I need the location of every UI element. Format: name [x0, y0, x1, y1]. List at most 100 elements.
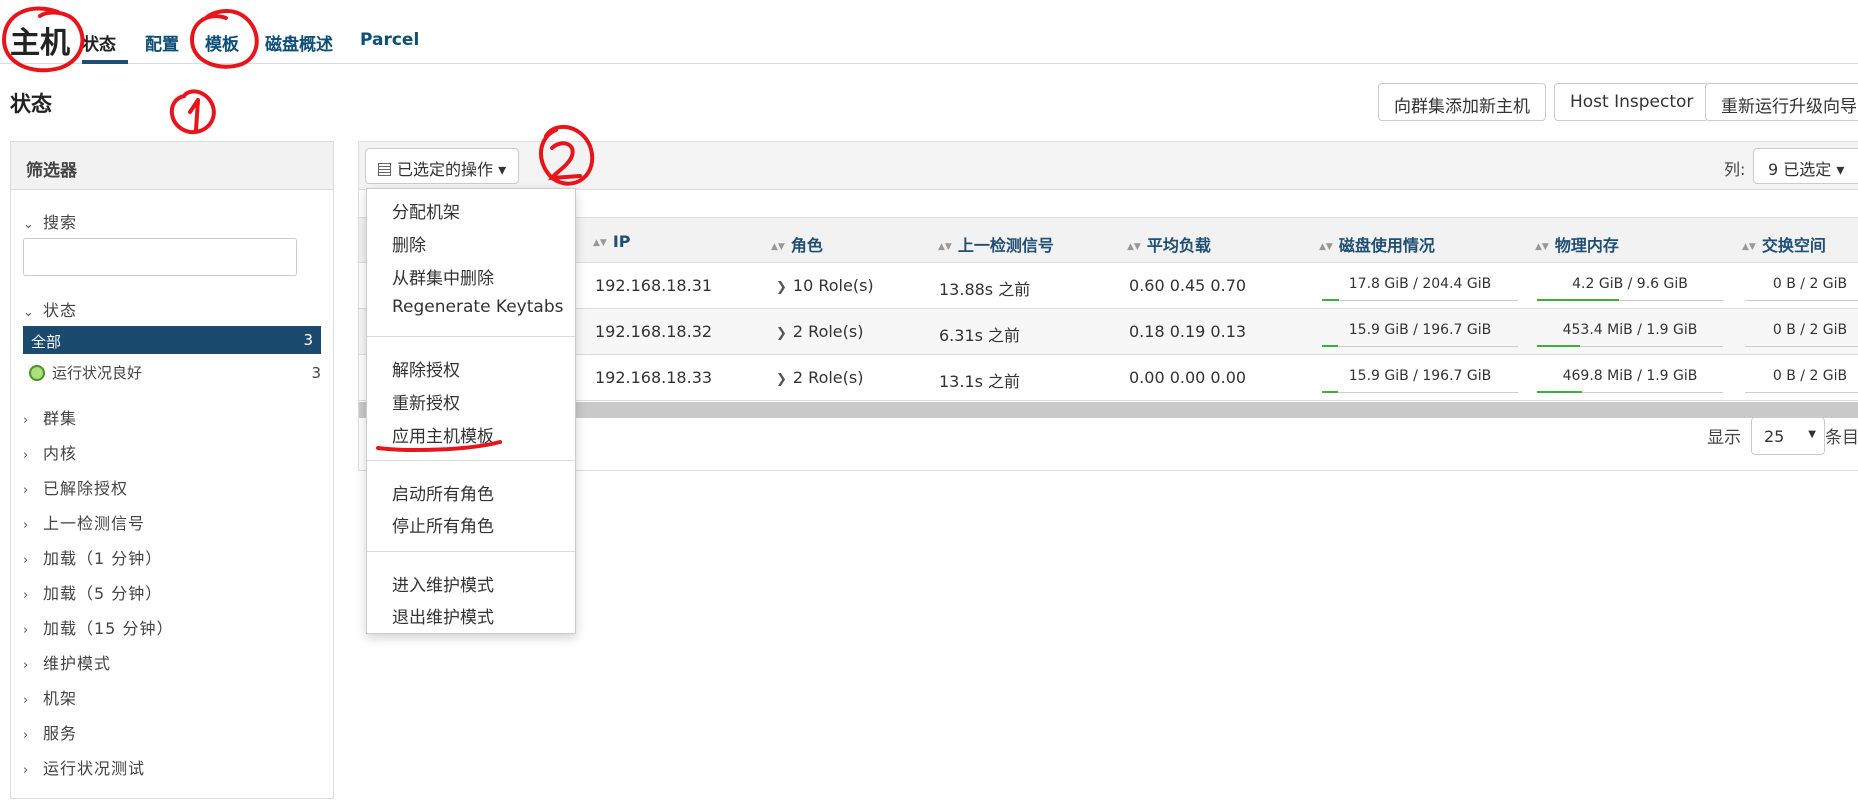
host-inspector-button[interactable]: Host Inspector: [1554, 83, 1710, 121]
filter-all[interactable]: 全部 3: [23, 326, 321, 354]
filter-healthy-count: 3: [311, 364, 321, 382]
tab-disk-overview[interactable]: 磁盘概述: [265, 30, 333, 55]
filter-section-kernel[interactable]: › 内核: [23, 440, 77, 464]
filter-section-label: 内核: [43, 444, 78, 463]
filter-all-count: 3: [303, 331, 313, 349]
filter-section-label: 群集: [43, 409, 78, 428]
filter-section-health-tests[interactable]: › 运行状况测试: [23, 755, 145, 779]
menu-item-stop-all-roles[interactable]: 停止所有角色: [392, 512, 494, 537]
menu-divider: [367, 336, 575, 337]
columns-select[interactable]: 9 已选定 ▾: [1753, 148, 1858, 184]
hosts-toolbar: 已选定的操作 ▾ 列: 9 已选定 ▾: [359, 142, 1858, 190]
filter-section-rack[interactable]: › 机架: [23, 685, 77, 709]
menu-divider: [367, 460, 575, 461]
columns-label: 列:: [1724, 160, 1746, 179]
menu-item-remove-from-cluster[interactable]: 从群集中删除: [392, 264, 494, 289]
filter-header: 筛选器: [11, 142, 333, 190]
filter-healthy[interactable]: 运行状况良好 3: [29, 362, 321, 386]
add-host-button[interactable]: 向群集添加新主机: [1378, 83, 1546, 121]
memory-usage-text: 469.8 MiB / 1.9 GiB: [1562, 368, 1698, 384]
filter-section-heartbeat[interactable]: › 上一检测信号: [23, 510, 145, 534]
cell-roles[interactable]: ❯ 2 Role(s): [776, 322, 863, 341]
cell-roles[interactable]: ❯ 2 Role(s): [776, 368, 863, 387]
cell-roles[interactable]: ❯ 10 Role(s): [776, 276, 874, 295]
filter-section-label: 维护模式: [43, 654, 112, 673]
active-tab-indicator: [82, 60, 128, 64]
tab-status[interactable]: 状态: [82, 30, 116, 55]
filter-sidebar: 筛选器 ⌄ 搜索 ⌄ 状态 全部 3 运行状况良好 3 › 群集 › 内核 › 已解除授权…: [10, 141, 334, 799]
chevron-right-icon: ❯: [776, 372, 787, 387]
filter-section-services[interactable]: › 服务: [23, 720, 77, 744]
filter-status-toggle[interactable]: ⌄ 状态: [23, 297, 77, 321]
sort-icon: ▲▼: [1535, 242, 1549, 252]
swap-usage-bar: 0 B / 2 GiB: [1745, 273, 1858, 301]
cell-heartbeat: 6.31s 之前: [939, 326, 1021, 345]
filter-all-label: 全部: [31, 333, 62, 351]
chevron-right-icon: ›: [23, 483, 30, 498]
filter-section-load-5m[interactable]: › 加载（5 分钟）: [23, 580, 162, 604]
swap-usage-text: 0 B / 2 GiB: [1772, 276, 1848, 292]
chevron-right-icon: ›: [23, 658, 30, 673]
memory-usage-bar: 4.2 GiB / 9.6 GiB: [1537, 273, 1723, 301]
page-size-select[interactable]: 25 ▼: [1751, 417, 1825, 455]
disk-usage-bar: 15.9 GiB / 196.7 GiB: [1322, 365, 1518, 393]
menu-item-enter-maintenance[interactable]: 进入维护模式: [392, 571, 494, 596]
sort-icon: ▲▼: [593, 238, 607, 248]
menu-item-recommission[interactable]: 重新授权: [392, 389, 460, 414]
filter-section-maintenance[interactable]: › 维护模式: [23, 650, 111, 674]
usage-fill: [1322, 345, 1338, 347]
tab-templates[interactable]: 模板: [205, 30, 239, 55]
menu-item-decommission[interactable]: 解除授权: [392, 356, 460, 381]
selected-actions-button[interactable]: 已选定的操作 ▾: [365, 148, 520, 184]
table-row[interactable]: 192.168.18.31 ❯ 10 Role(s) 13.88s 之前 0.60…: [359, 263, 1858, 309]
cell-ip[interactable]: 192.168.18.33: [595, 368, 712, 387]
tab-parcel[interactable]: Parcel: [360, 30, 419, 50]
annotation-number-one: [169, 89, 216, 135]
filter-section-label: 机架: [43, 689, 78, 708]
sort-icon: ▲▼: [1127, 242, 1141, 252]
usage-fill: [1537, 391, 1582, 393]
column-header-label: 物理内存: [1554, 236, 1619, 255]
filter-section-cluster[interactable]: › 群集: [23, 405, 77, 429]
menu-item-delete[interactable]: 删除: [392, 231, 426, 256]
column-header-roles[interactable]: ▲▼ 角色: [771, 232, 823, 256]
usage-fill: [1322, 391, 1338, 393]
per-page-label: 条目: [1825, 428, 1858, 448]
column-header-memory[interactable]: ▲▼ 物理内存: [1535, 232, 1619, 256]
chevron-right-icon: ❯: [776, 280, 787, 295]
chevron-right-icon: ›: [23, 693, 30, 708]
upgrade-wizard-button[interactable]: 重新运行升级向导: [1705, 83, 1858, 121]
selected-actions-label: 已选定的操作: [397, 160, 494, 179]
column-header-label: IP: [612, 232, 631, 251]
filter-search-toggle[interactable]: ⌄ 搜索: [23, 209, 77, 233]
column-header-heartbeat[interactable]: ▲▼ 上一检测信号: [938, 232, 1054, 256]
chevron-right-icon: ›: [23, 623, 30, 638]
tab-config[interactable]: 配置: [145, 30, 179, 55]
column-header-load[interactable]: ▲▼ 平均负载: [1127, 232, 1211, 256]
chevron-right-icon: ❯: [776, 326, 787, 341]
horizontal-scrollbar[interactable]: [359, 402, 1858, 418]
menu-item-start-all-roles[interactable]: 启动所有角色: [392, 480, 494, 505]
roles-count: 2 Role(s): [792, 368, 864, 387]
menu-item-exit-maintenance[interactable]: 退出维护模式: [392, 603, 494, 628]
column-header-label: 磁盘使用情况: [1338, 236, 1435, 255]
column-header-disk[interactable]: ▲▼ 磁盘使用情况: [1319, 232, 1435, 256]
column-header-swap[interactable]: ▲▼ 交换空间: [1742, 232, 1826, 256]
menu-item-regenerate-keytabs[interactable]: Regenerate Keytabs: [392, 297, 563, 317]
cell-ip[interactable]: 192.168.18.31: [595, 276, 712, 295]
swap-usage-text: 0 B / 2 GiB: [1772, 368, 1848, 384]
filter-section-label: 加载（1 分钟）: [43, 549, 163, 568]
menu-item-assign-rack[interactable]: 分配机架: [392, 198, 460, 223]
cell-load: 0.60 0.45 0.70: [1129, 276, 1247, 295]
filter-section-load-15m[interactable]: › 加载（15 分钟）: [23, 615, 173, 639]
caret-down-icon: ▾: [1836, 160, 1845, 179]
column-header-label: 上一检测信号: [957, 236, 1054, 255]
cell-ip[interactable]: 192.168.18.32: [595, 322, 712, 341]
table-row[interactable]: 192.168.18.32 ❯ 2 Role(s) 6.31s 之前 0.18 0…: [359, 309, 1858, 355]
column-header-ip[interactable]: ▲▼ IP: [593, 232, 631, 251]
menu-item-apply-host-template[interactable]: 应用主机模板: [392, 422, 494, 447]
search-input[interactable]: [23, 238, 297, 276]
filter-section-load-1m[interactable]: › 加载（1 分钟）: [23, 545, 162, 569]
filter-section-decommissioned[interactable]: › 已解除授权: [23, 475, 128, 499]
table-row[interactable]: 192.168.18.33 ❯ 2 Role(s) 13.1s 之前 0.00 0…: [359, 355, 1858, 401]
